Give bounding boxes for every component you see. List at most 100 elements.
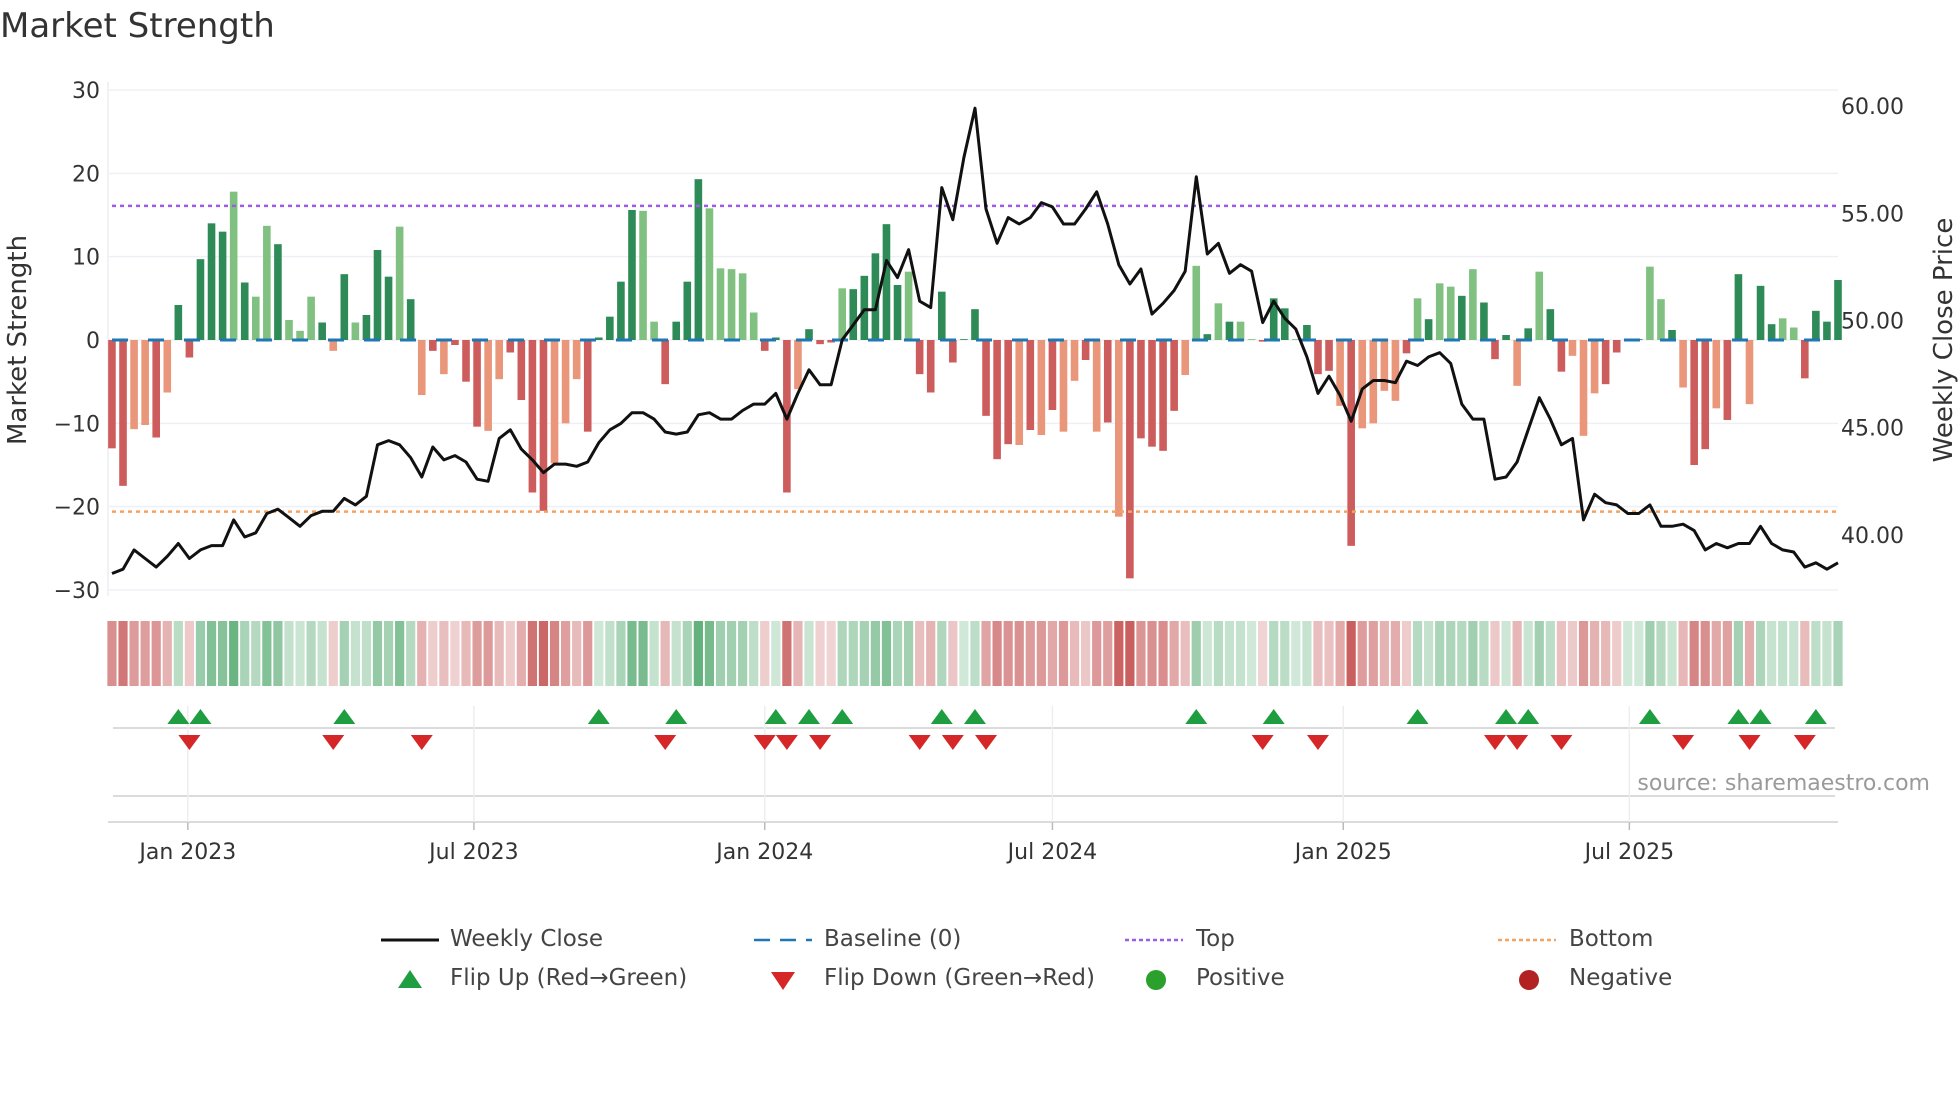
strength-bar [1214, 303, 1223, 340]
strength-bar [1247, 339, 1256, 340]
flip-up-marker [1185, 709, 1208, 724]
strength-strip-cell [195, 621, 206, 686]
strength-bar [285, 320, 293, 340]
strength-strip-cell [903, 621, 914, 686]
strength-strip-cell [649, 621, 659, 686]
legend-bottom: Bottom [1569, 926, 1654, 952]
strength-strip-cell [693, 621, 703, 686]
strength-strip-cell [295, 621, 305, 686]
strength-bar [838, 288, 847, 340]
y-tick-label: −20 [54, 496, 100, 521]
flip-up-marker [764, 709, 787, 724]
strength-bar [694, 179, 703, 340]
strength-strip-cell [151, 621, 161, 686]
strength-strip-cell [1722, 621, 1732, 686]
strength-bar [517, 340, 526, 400]
strength-bar [1712, 340, 1721, 409]
strength-bar [1524, 328, 1532, 340]
strength-strip-cell [1191, 621, 1201, 686]
strength-strip-cell [726, 621, 737, 686]
source-label: source: sharemaestro.com [1637, 771, 1930, 796]
strength-bar [1767, 324, 1776, 340]
strength-strip-cell [1081, 621, 1091, 686]
strength-strip-cell [1822, 621, 1832, 686]
strength-strip-cell [892, 621, 903, 686]
x-tick-label: Jul 2023 [427, 840, 519, 865]
strength-bar [1579, 340, 1588, 436]
strength-strip-cell [1014, 621, 1024, 686]
strength-strip-cell [494, 621, 504, 686]
strength-bar [606, 316, 614, 340]
strength-strip-cell [1778, 621, 1788, 686]
strength-strip-cell [505, 621, 515, 686]
strength-bar [617, 281, 625, 340]
strength-bar [971, 309, 979, 340]
strength-strip-cell [1136, 621, 1146, 686]
strength-strip-cell [417, 621, 427, 686]
strength-strip-cell [1258, 621, 1268, 686]
strength-strip-cell [1501, 621, 1511, 686]
strength-bar [1446, 286, 1455, 340]
strength-strip-cell [560, 621, 571, 686]
strength-bar [1037, 340, 1046, 435]
strength-strip-cell [549, 621, 560, 686]
strength-bar [1646, 266, 1654, 340]
strength-strip-cell [583, 621, 593, 686]
flip-up-marker [189, 709, 212, 724]
strength-strip-cell [870, 621, 880, 686]
strength-bar [727, 269, 736, 340]
strength-strip-cell [251, 621, 261, 686]
strength-strip-cell [1069, 621, 1080, 686]
strength-strip-cell [1158, 621, 1168, 686]
strength-strip-cell [1324, 621, 1334, 686]
strength-bar [1723, 340, 1732, 420]
strength-bar [1380, 340, 1389, 391]
strength-strip-cell [439, 621, 449, 686]
strength-bar [1469, 269, 1477, 340]
strength-bar [174, 305, 183, 340]
strength-strip-cell [317, 621, 327, 686]
y-tick-label: −30 [54, 579, 100, 604]
strength-bar [1801, 340, 1809, 379]
strength-bar [583, 340, 592, 432]
flip-up-marker [1638, 709, 1661, 724]
strength-bar [1092, 340, 1101, 432]
flip-up-marker [1517, 709, 1540, 724]
strength-strip-cell [1578, 621, 1589, 686]
strength-bar [395, 226, 404, 340]
strength-strip-cell [1401, 621, 1412, 686]
strength-bar [1745, 340, 1754, 405]
flip-down-marker [775, 735, 798, 750]
legend-weekly-close: Weekly Close [450, 926, 603, 952]
y-axis-title: Market Strength [3, 235, 33, 445]
strength-strip-cell [217, 621, 228, 686]
flip-up-marker [963, 709, 986, 724]
strength-strip-cell [1534, 621, 1544, 686]
flip-down-marker [753, 735, 776, 750]
strength-strip-cell [1623, 621, 1633, 686]
y-tick-label: 30 [72, 79, 100, 104]
strength-strip-cell [804, 621, 814, 686]
y-tick-label: −10 [54, 412, 100, 437]
strength-strip-cell [1357, 621, 1367, 686]
strength-bar [1568, 340, 1577, 356]
legend-flip-up: Flip Up (Red→Green) [450, 965, 688, 991]
strength-strip-cell [406, 621, 416, 686]
y-tick-label: 10 [72, 246, 100, 271]
strength-bar [1081, 340, 1090, 360]
strength-strip-cell [1512, 621, 1522, 686]
strength-strip-cell [472, 621, 482, 686]
strength-strip-cell [837, 621, 847, 686]
y2-tick-label: 50.00 [1841, 309, 1904, 334]
flip-up-marker [167, 709, 190, 724]
strength-bar [1181, 340, 1189, 375]
strength-strip-cell [1003, 621, 1013, 686]
strength-strip-cell [1457, 621, 1467, 686]
strength-bar [1690, 340, 1698, 465]
strength-bar [1004, 340, 1012, 445]
strength-strip-cell [206, 621, 217, 686]
strength-strip-cell [1545, 621, 1555, 686]
strength-bar [1701, 340, 1710, 450]
strength-strip-cell [1767, 621, 1777, 686]
strength-strip-cell [1213, 621, 1223, 686]
